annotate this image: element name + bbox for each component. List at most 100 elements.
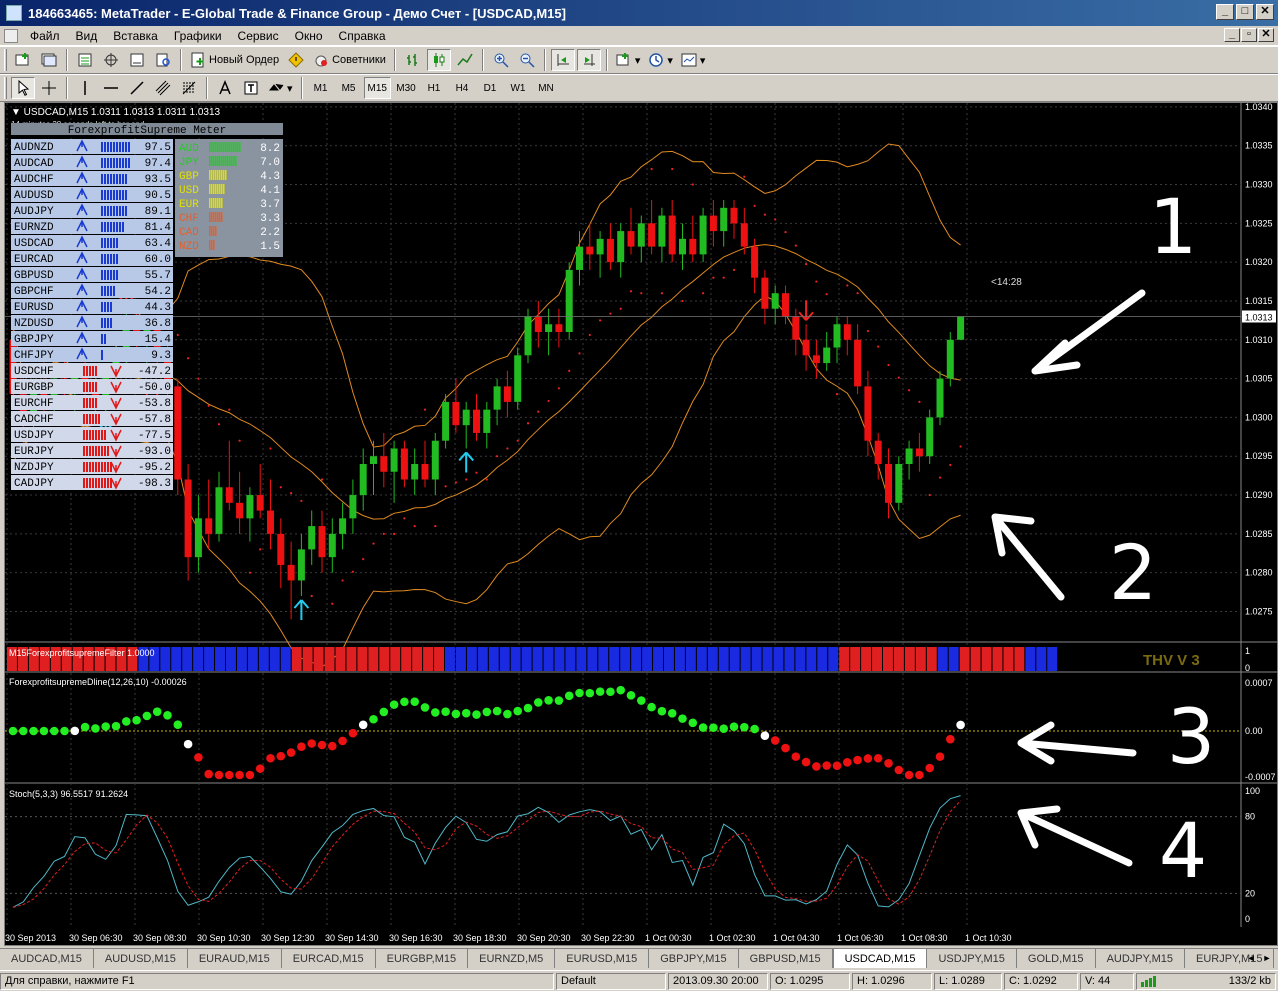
chart-tab[interactable]: AUDUSD,M15 [94, 949, 188, 968]
timeframe-m5-button[interactable]: M5 [336, 77, 362, 99]
filter-axis-top: 1 [1245, 646, 1250, 656]
sar-dot [362, 557, 365, 561]
filter-bar [1014, 647, 1025, 671]
chart-window[interactable]: 1.0340 1.0335 1.0330 1.0325 1.0320 1.0315 1.03… [4, 102, 1278, 946]
new-order-button[interactable]: Новый Ордер [187, 49, 282, 71]
filter-bar [587, 647, 598, 671]
chart-tab[interactable]: AUDJPY,M15 [1096, 949, 1185, 968]
chart-tab[interactable]: EURAUD,M15 [188, 949, 282, 968]
chart-tab[interactable]: EURNZD,M5 [468, 949, 556, 968]
candle-body [699, 215, 707, 255]
chart-minimize-button[interactable]: _ [1224, 28, 1240, 42]
templates-button[interactable]: ▾ [678, 49, 709, 71]
menu-file[interactable]: Файл [22, 29, 68, 43]
timeframe-w1-button[interactable]: W1 [505, 77, 531, 99]
chart-tab[interactable]: GBPJPY,M15 [649, 949, 739, 968]
chart-tabs: AUDCAD,M15 AUDUSD,M15 EURAUD,M15 EURCAD,… [0, 948, 1278, 968]
menu-window[interactable]: Окно [287, 29, 331, 43]
timeframe-mn-button[interactable]: MN [533, 77, 559, 99]
cursor-tool-button[interactable] [11, 77, 35, 99]
timeframe-d1-button[interactable]: D1 [477, 77, 503, 99]
indicators-button[interactable]: ▾ [613, 49, 644, 71]
minimize-button[interactable]: _ [1216, 4, 1234, 20]
currency-strength-bar [233, 156, 235, 166]
candle-body [473, 409, 480, 433]
fibonacci-button[interactable] [177, 77, 201, 99]
timeframe-h4-button[interactable]: H4 [449, 77, 475, 99]
zoom-in-button[interactable] [489, 49, 513, 71]
currency-strength-bar [231, 156, 233, 166]
close-button[interactable]: ✕ [1256, 4, 1274, 20]
meter-strength-bar [113, 254, 115, 264]
dline-dot [183, 739, 193, 749]
menu-help[interactable]: Справка [331, 29, 394, 43]
sar-dot [794, 244, 797, 247]
chart-window-icon[interactable] [4, 28, 18, 43]
chart-tab[interactable]: USDJPY,M15 [927, 949, 1017, 968]
chart-tab-active[interactable]: USDCAD,M15 [832, 949, 928, 968]
dline-dot [420, 703, 430, 712]
timeframe-m30-button[interactable]: M30 [393, 77, 419, 99]
horizontal-line-button[interactable] [99, 77, 123, 99]
meter-pair-name: NZDJPY [14, 462, 54, 474]
bar-chart-button[interactable] [401, 49, 425, 71]
dline-dot [503, 709, 512, 719]
experts-button[interactable]: Советники [310, 49, 389, 71]
maximize-button[interactable]: □ [1236, 4, 1254, 20]
line-chart-button[interactable] [453, 49, 477, 71]
zoom-out-button[interactable] [515, 49, 539, 71]
chart-tab[interactable]: EURGBP,M15 [376, 949, 469, 968]
arrows-button[interactable]: ▾ [265, 77, 296, 99]
time-tick-label: 1 Oct 08:30 [901, 933, 948, 943]
toolbar-grip[interactable] [4, 49, 7, 71]
meter-pair-name: EURGBP [14, 382, 54, 394]
text-label-button[interactable] [239, 77, 263, 99]
candle-body [874, 440, 882, 464]
menu-insert[interactable]: Вставка [105, 29, 166, 43]
metaeditor-button[interactable] [284, 49, 308, 71]
chart-shift-button[interactable] [576, 49, 601, 71]
chart-tab[interactable]: EURCAD,M15 [282, 949, 376, 968]
crosshair-tool-button[interactable] [37, 77, 61, 99]
candlestick-button[interactable] [426, 49, 451, 71]
currency-strength-bar [217, 198, 219, 208]
price-chart[interactable]: 1.0340 1.0335 1.0330 1.0325 1.0320 1.0315 1.03… [5, 103, 1277, 945]
menu-charts[interactable]: Графики [166, 29, 230, 43]
timeframe-m1-button[interactable]: M1 [308, 77, 334, 99]
chart-tab[interactable]: AUDCAD,M15 [0, 949, 94, 968]
filter-axis-bottom: 0 [1245, 663, 1250, 673]
menu-view[interactable]: Вид [68, 29, 106, 43]
meter-strength-bar [92, 366, 94, 376]
trendline-button[interactable] [125, 77, 149, 99]
periods-button[interactable]: ▾ [645, 49, 676, 71]
market-watch-button[interactable] [73, 49, 97, 71]
chart-tab[interactable]: EURUSD,M15 [555, 949, 650, 968]
tester-button[interactable] [151, 49, 175, 71]
chart-close-button[interactable]: ✕ [1258, 28, 1274, 42]
timeframe-h1-button[interactable]: H1 [421, 77, 447, 99]
toolbar-grip[interactable] [4, 77, 7, 99]
new-chart-button[interactable] [11, 49, 35, 71]
meter-pair-value: 36.8 [145, 318, 171, 330]
auto-scroll-button[interactable] [550, 49, 575, 71]
candle-body [658, 215, 666, 247]
chart-restore-button[interactable]: ▫ [1241, 28, 1257, 42]
timeframe-m15-button[interactable]: M15 [363, 77, 391, 99]
text-tool-button[interactable] [213, 77, 237, 99]
profiles-button[interactable] [37, 49, 61, 71]
vertical-line-button[interactable] [73, 77, 97, 99]
text-tool-icon [219, 80, 231, 95]
meter-strength-bar [92, 478, 94, 488]
meter-strength-bar [101, 446, 103, 456]
tab-scroll-left-icon[interactable]: ◄ [1244, 951, 1258, 965]
chart-tab[interactable]: GBPUSD,M15 [739, 949, 833, 968]
currency-strength-bar [211, 226, 213, 236]
channel-button[interactable] [151, 77, 175, 99]
currency-strength-bar [219, 170, 221, 180]
terminal-button[interactable] [125, 49, 149, 71]
navigator-button[interactable] [99, 49, 123, 71]
meter-pair-name: NZDUSD [14, 318, 54, 330]
menu-tools[interactable]: Сервис [230, 29, 287, 43]
chart-tab[interactable]: GOLD,M15 [1017, 949, 1096, 968]
tab-scroll-right-icon[interactable]: ► [1260, 951, 1274, 965]
